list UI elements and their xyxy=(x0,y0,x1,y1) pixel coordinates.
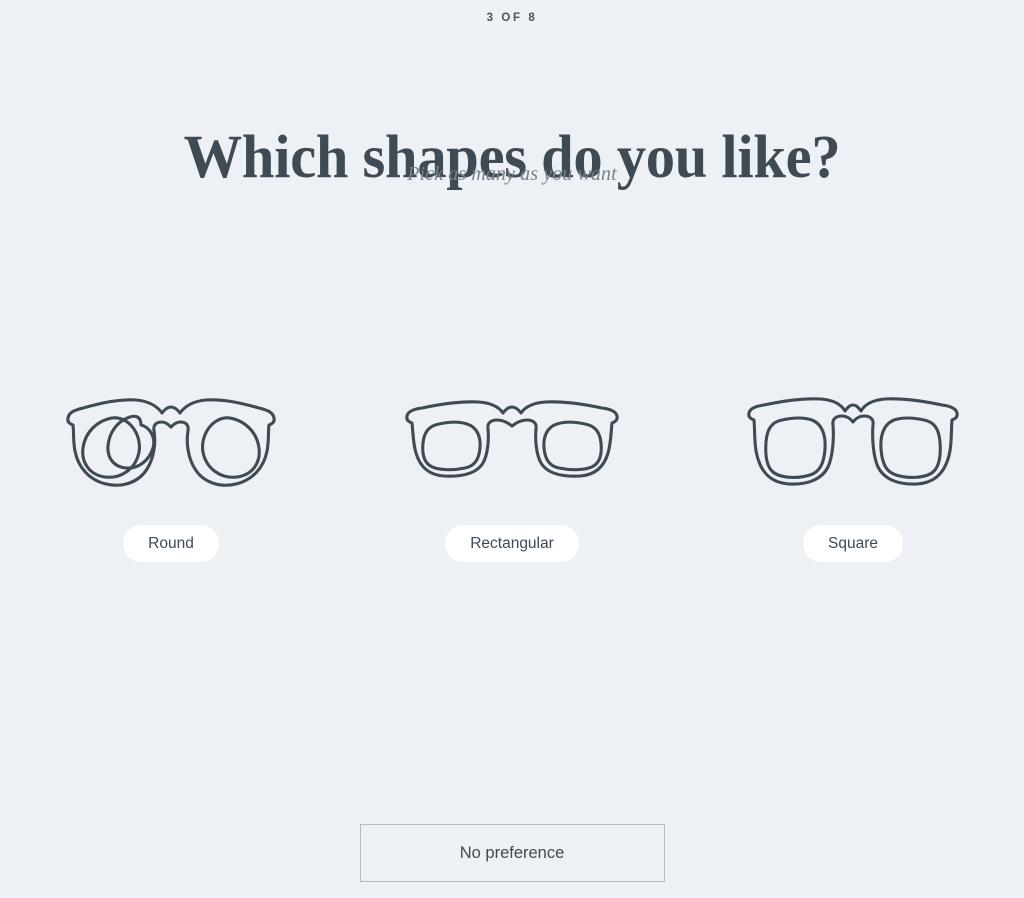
no-preference-button[interactable]: No preference xyxy=(359,824,665,882)
quiz-page: 3 OF 8 Which shapes do you like? Pick as… xyxy=(0,0,1024,898)
shape-option-label-square[interactable]: Square xyxy=(803,525,903,562)
step-indicator: 3 OF 8 xyxy=(486,12,538,24)
page-subtitle: Pick as many as you want xyxy=(407,163,617,185)
footer: No preference xyxy=(0,824,1024,882)
shape-option-rectangular[interactable]: Rectangular xyxy=(342,385,683,562)
round-glasses-icon xyxy=(66,398,276,487)
shape-option-square[interactable]: Square xyxy=(683,385,1024,562)
shape-option-label-rectangular[interactable]: Rectangular xyxy=(445,525,579,562)
square-glasses-icon xyxy=(747,397,959,486)
rectangular-glasses-icon xyxy=(405,400,619,478)
shape-option-label-round[interactable]: Round xyxy=(123,525,219,562)
shape-options-row: Round Rectangular Square xyxy=(0,385,1024,562)
shape-option-round[interactable]: Round xyxy=(1,385,342,562)
